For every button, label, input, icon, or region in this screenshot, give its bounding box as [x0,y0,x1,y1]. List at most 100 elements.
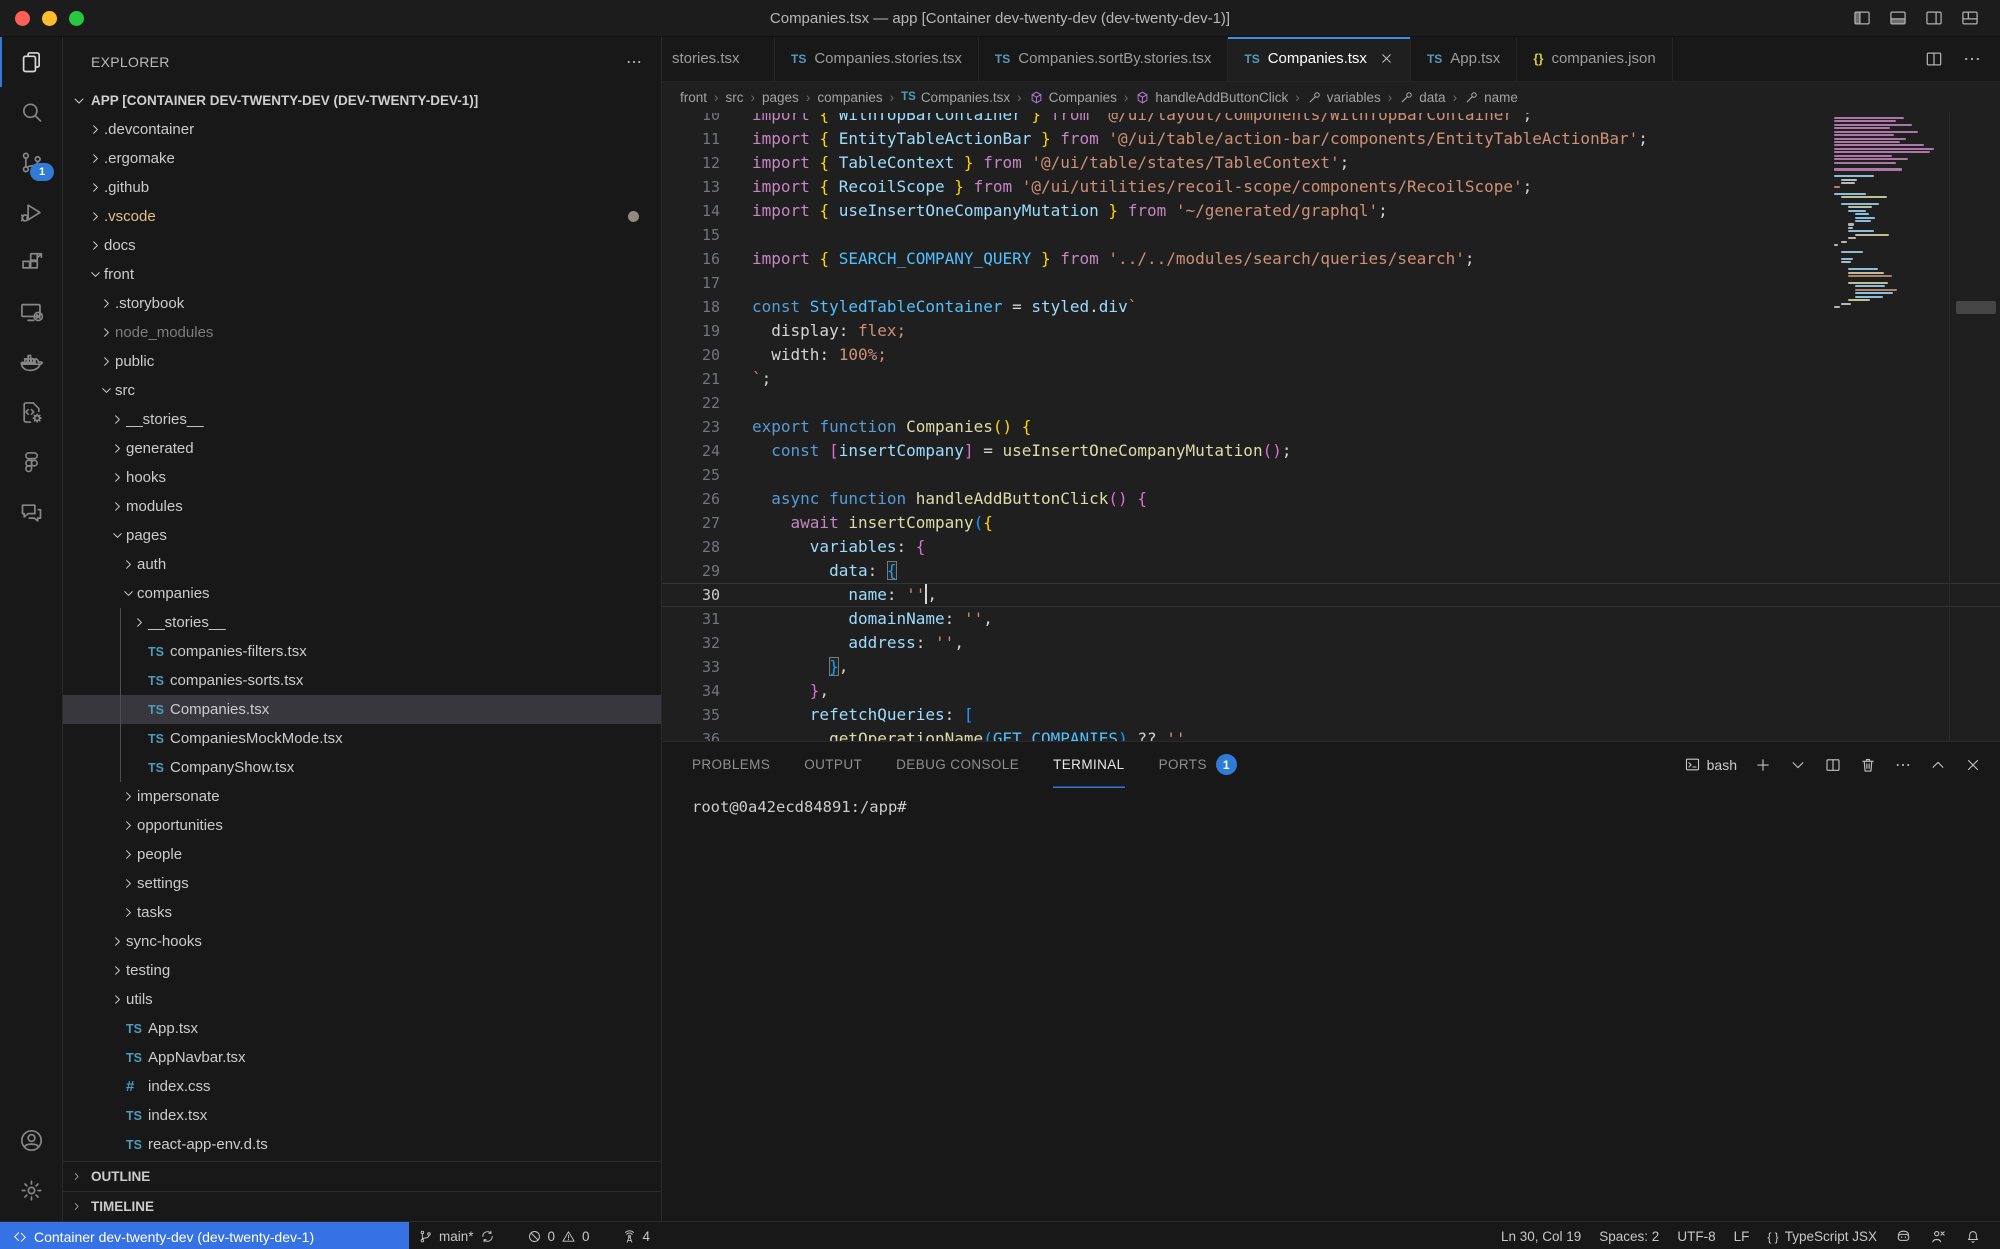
tree-item-public[interactable]: public [63,347,661,376]
code-line-35[interactable]: 35 refetchQueries: [ [662,703,2000,727]
explorer-more-actions-icon[interactable] [625,53,643,71]
chevron-up-icon[interactable] [1929,756,1947,774]
breadcrumb-item-name[interactable]: name [1464,90,1518,105]
settings-gear-icon[interactable] [0,1165,62,1215]
copilot-status[interactable] [1886,1222,1921,1249]
code-line-33[interactable]: 33 }, [662,655,2000,679]
tree-item-node-modules[interactable]: node_modules [63,318,661,347]
minimap[interactable] [1834,117,1946,310]
workspace-section-header[interactable]: APP [CONTAINER DEV-TWENTY-DEV (DEV-TWENT… [63,86,661,115]
editor-tab-companies-sortby-stories-tsx[interactable]: TSCompanies.sortBy.stories.tsx [979,37,1228,81]
remote-indicator[interactable]: Container dev-twenty-dev (dev-twenty-dev… [0,1222,409,1249]
editor-tab-stories-tsx[interactable]: stories.tsx [662,37,775,81]
editor-tab-app-tsx[interactable]: TSApp.tsx [1411,37,1517,81]
split-editor-icon[interactable] [1924,49,1944,69]
explorer-icon[interactable] [0,37,62,87]
code-line-34[interactable]: 34 }, [662,679,2000,703]
tree-item-people[interactable]: people [63,840,661,869]
code-line-23[interactable]: 23export function Companies() { [662,415,2000,439]
tree-item-docs[interactable]: docs [63,231,661,260]
tree-item-companies[interactable]: companies [63,579,661,608]
editor-tab-companies-stories-tsx[interactable]: TSCompanies.stories.tsx [775,37,979,81]
notifications-button[interactable] [1956,1222,1990,1249]
tree-item-react-app-env-d-ts[interactable]: TSreact-app-env.d.ts [63,1130,661,1159]
code-line-36[interactable]: 36 getOperationName(GET_COMPANIES) ?? ''… [662,727,2000,741]
breadcrumb-item-src[interactable]: src [726,90,744,105]
tree-item--devcontainer[interactable]: .devcontainer [63,115,661,144]
run-debug-icon[interactable] [0,187,62,237]
code-line-24[interactable]: 24 const [insertCompany] = useInsertOneC… [662,439,2000,463]
tree-item--stories-[interactable]: __stories__ [63,405,661,434]
tab-ports[interactable]: PORTS 1 [1159,742,1237,788]
chevron-down-icon[interactable] [1789,756,1807,774]
shell-selector[interactable]: bash [1684,756,1737,773]
breadcrumb-item-front[interactable]: front [680,90,707,105]
tree-item-impersonate[interactable]: impersonate [63,782,661,811]
tree-item-companyshow-tsx[interactable]: TSCompanyShow.tsx [63,753,661,782]
code-line-29[interactable]: 29 data: { [662,559,2000,583]
figma-icon[interactable] [0,437,62,487]
eol-status[interactable]: LF [1725,1222,1759,1249]
editor-scrollbar[interactable] [1949,113,2000,741]
indentation-status[interactable]: Spaces: 2 [1590,1222,1668,1249]
tab-debug-console[interactable]: DEBUG CONSOLE [896,742,1019,788]
tree-item--ergomake[interactable]: .ergomake [63,144,661,173]
extensions-icon[interactable] [0,237,62,287]
breadcrumb-item-pages[interactable]: pages [762,90,799,105]
toggle-panel-icon[interactable] [1888,8,1908,28]
timeline-section[interactable]: TIMELINE [63,1191,661,1221]
tab-output[interactable]: OUTPUT [804,742,862,788]
scrollbar-thumb[interactable] [1956,301,1996,314]
tree-item-utils[interactable]: utils [63,985,661,1014]
breadcrumb-item-companies[interactable]: companies [817,90,882,105]
minimize-window-button[interactable] [42,11,57,26]
code-line-11[interactable]: 11import { EntityTableActionBar } from '… [662,127,2000,151]
cursor-position-status[interactable]: Ln 30, Col 19 [1492,1222,1590,1249]
code-line-22[interactable]: 22 [662,391,2000,415]
tree-item-sync-hooks[interactable]: sync-hooks [63,927,661,956]
tab-problems[interactable]: PROBLEMS [692,742,770,788]
code-line-14[interactable]: 14import { useInsertOneCompanyMutation }… [662,199,2000,223]
problems-status[interactable]: 0 0 [518,1222,599,1249]
source-control-icon[interactable]: 1 [0,137,62,187]
code-line-30[interactable]: 30 name: '', [662,583,2000,607]
tree-item-app-tsx[interactable]: TSApp.tsx [63,1014,661,1043]
feedback-button[interactable] [1921,1222,1956,1249]
tree-item-pages[interactable]: pages [63,521,661,550]
tree-item-front[interactable]: front [63,260,661,289]
close-window-button[interactable] [15,11,30,26]
code-line-16[interactable]: 16import { SEARCH_COMPANY_QUERY } from '… [662,247,2000,271]
trash-icon[interactable] [1859,756,1877,774]
code-line-31[interactable]: 31 domainName: '', [662,607,2000,631]
zoom-window-button[interactable] [69,11,84,26]
close-icon[interactable] [1379,51,1394,66]
terminal-content[interactable]: root@0a42ecd84891:/app# [662,788,2000,1221]
code-editor[interactable]: 10import { WithTopBarContainer } from '@… [662,113,2000,741]
code-line-10[interactable]: 10import { WithTopBarContainer } from '@… [662,113,2000,127]
code-line-17[interactable]: 17 [662,271,2000,295]
breadcrumb-item-companies[interactable]: Companies [1029,90,1117,105]
tree-item-index-tsx[interactable]: TSindex.tsx [63,1101,661,1130]
more-actions-icon[interactable] [1894,756,1912,774]
code-line-25[interactable]: 25 [662,463,2000,487]
tree-item--github[interactable]: .github [63,173,661,202]
code-line-21[interactable]: 21`; [662,367,2000,391]
tree-item-appnavbar-tsx[interactable]: TSAppNavbar.tsx [63,1043,661,1072]
comments-icon[interactable] [0,487,62,537]
tree-item--storybook[interactable]: .storybook [63,289,661,318]
code-config-icon[interactable] [0,387,62,437]
outline-section[interactable]: OUTLINE [63,1161,661,1191]
close-icon[interactable] [1964,756,1982,774]
account-icon[interactable] [0,1115,62,1165]
toggle-sidebar-icon[interactable] [1852,8,1872,28]
more-actions-icon[interactable] [1962,49,1982,69]
editor-tab-companies-tsx[interactable]: TSCompanies.tsx [1228,37,1411,81]
tree-item-modules[interactable]: modules [63,492,661,521]
tree-item-settings[interactable]: settings [63,869,661,898]
breadcrumb-item-handleaddbuttonclick[interactable]: handleAddButtonClick [1135,90,1288,105]
search-icon[interactable] [0,87,62,137]
code-line-18[interactable]: 18const StyledTableContainer = styled.di… [662,295,2000,319]
remote-explorer-icon[interactable] [0,287,62,337]
docker-icon[interactable] [0,337,62,387]
code-line-28[interactable]: 28 variables: { [662,535,2000,559]
